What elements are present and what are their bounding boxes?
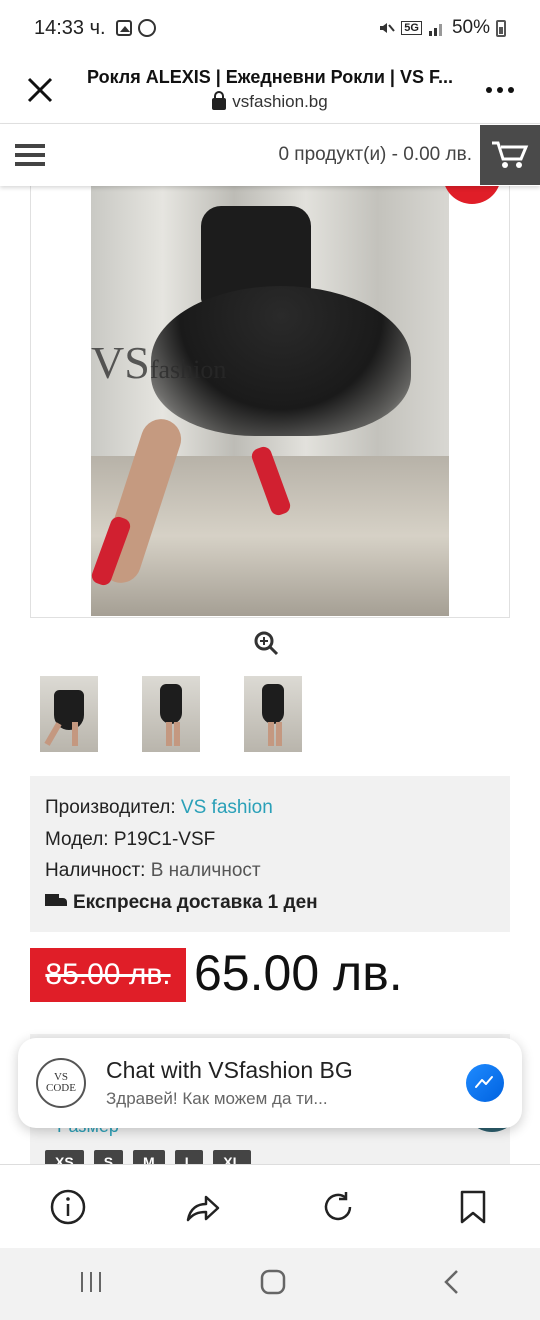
cart-summary[interactable]: 0 продукт(и) - 0.00 лв. <box>278 144 472 166</box>
share-icon <box>186 1195 219 1221</box>
manufacturer-label: Производител: <box>45 797 176 818</box>
more-options-button[interactable] <box>460 86 540 93</box>
sale-badge <box>443 186 501 204</box>
status-bar: 14:33 ч. 5G 50% <box>0 0 540 56</box>
availability-label: Наличност: <box>45 860 146 881</box>
messenger-icon[interactable] <box>466 1064 504 1102</box>
url-box[interactable]: Рокля ALEXIS | Ежедневни Рокли | VS F...… <box>80 67 460 113</box>
home-icon <box>260 1269 286 1294</box>
brand-watermark: VSfashion <box>91 337 227 388</box>
chat-title: Chat with VSfashion BG <box>106 1057 353 1083</box>
model-label: Модел: <box>45 828 109 850</box>
home-button[interactable] <box>260 1269 286 1300</box>
bookmark-icon <box>460 1190 485 1223</box>
info-icon <box>50 1189 85 1224</box>
network-type: 5G <box>401 21 422 35</box>
thumbnail-3[interactable] <box>244 676 302 752</box>
battery-icon <box>496 19 506 37</box>
close-icon <box>27 77 53 102</box>
availability-value: В наличност <box>150 860 261 881</box>
cart-icon <box>492 141 529 168</box>
share-button[interactable] <box>181 1185 225 1229</box>
thumbnail-2[interactable] <box>142 676 200 752</box>
back-button[interactable] <box>442 1269 462 1300</box>
recent-apps-icon <box>81 1271 101 1292</box>
product-main-image[interactable]: VSfashion <box>30 186 510 618</box>
recent-apps-button[interactable] <box>78 1270 104 1299</box>
zoom-icon[interactable] <box>253 630 279 656</box>
mute-icon <box>380 23 396 33</box>
viber-notification-icon <box>137 19 156 37</box>
browser-top-bar: Рокля ALEXIS | Ежедневни Рокли | VS F...… <box>0 56 540 124</box>
truck-icon <box>45 894 67 910</box>
new-price: 65.00 лв. <box>194 945 403 1001</box>
vs-code-logo: VS CODE <box>36 1058 86 1108</box>
product-info-box: Производител: VS fashion Модел: P19C1-VS… <box>30 776 510 932</box>
model-value: P19C1-VSF <box>113 828 216 850</box>
gallery-notification-icon <box>115 20 132 36</box>
reload-icon <box>324 1191 351 1220</box>
menu-icon <box>15 144 45 148</box>
close-tab-button[interactable] <box>0 56 80 124</box>
old-price: 85.00 лв. <box>30 948 186 1002</box>
signal-icon <box>428 24 442 36</box>
battery-percent: 50% <box>451 17 490 38</box>
chat-subtitle: Здравей! Как можем да ти... <box>106 1089 328 1108</box>
delivery-info: Експресна доставка 1 ден <box>73 891 318 913</box>
status-time: 14:33 ч. <box>34 16 106 39</box>
page-domain: vsfashion.bg <box>232 92 328 112</box>
reload-button[interactable] <box>316 1185 360 1229</box>
system-navigation-bar <box>0 1248 540 1320</box>
cart-button[interactable] <box>480 125 540 185</box>
site-header: 0 продукт(и) - 0.00 лв. <box>0 124 540 186</box>
menu-button[interactable] <box>0 124 60 186</box>
chat-widget[interactable]: VS CODE Chat with VSfashion BG Здравей! … <box>18 1038 522 1128</box>
more-dots-icon <box>486 86 492 93</box>
page-info-button[interactable] <box>46 1185 90 1229</box>
back-icon <box>444 1269 458 1294</box>
browser-bottom-toolbar <box>0 1164 540 1248</box>
bookmark-button[interactable] <box>451 1185 495 1229</box>
thumbnail-gallery <box>40 676 302 752</box>
product-photo <box>89 186 449 616</box>
page-title: Рокля ALEXIS | Ежедневни Рокли | VS F... <box>87 66 453 87</box>
manufacturer-link[interactable]: VS fashion <box>181 797 273 818</box>
thumbnail-1[interactable] <box>40 676 98 752</box>
lock-icon <box>212 90 227 110</box>
